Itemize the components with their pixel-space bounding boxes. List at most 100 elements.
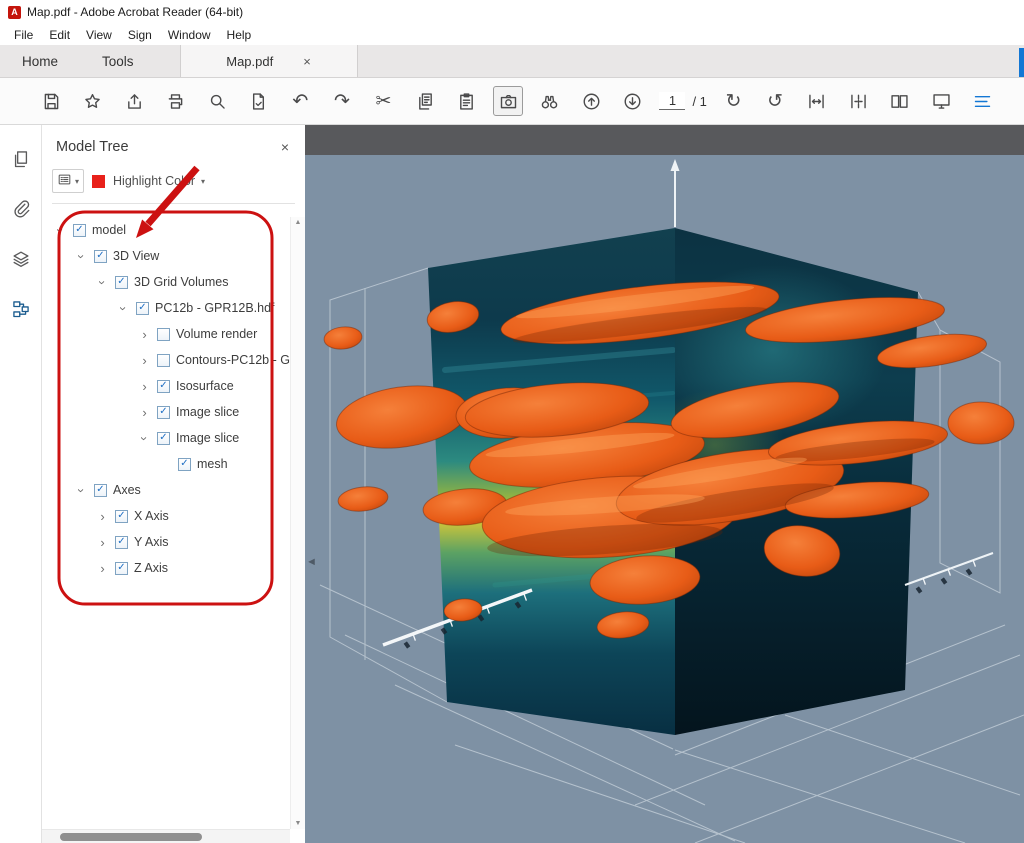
sidebar-item-page-thumbnails[interactable] (8, 147, 34, 173)
model-tree-panel: Model Tree × ▾ Highlight Color ▾ ›✓model… (42, 125, 305, 843)
chevron-down-icon[interactable]: › (137, 432, 152, 445)
tabbar: Home Tools Map.pdf × (0, 45, 1024, 78)
chevron-right-icon[interactable]: › (138, 405, 151, 420)
snapshot-button[interactable] (493, 86, 523, 116)
fit-width-button[interactable] (802, 86, 832, 116)
tree-item-label: model (92, 223, 126, 237)
tree-item-3d-grid-volumes[interactable]: ›✓3D Grid Volumes (42, 269, 290, 295)
tree-item-label: Volume render (176, 327, 257, 341)
print-button[interactable] (161, 86, 191, 116)
share-button[interactable] (119, 86, 149, 116)
rotate-cw-button[interactable]: ↻ (718, 86, 748, 116)
tree-item-model[interactable]: › ✓ model (42, 217, 290, 243)
tree-item-3d-view[interactable]: › ✓ 3D View (42, 243, 290, 269)
tree-item-label: Image slice (176, 431, 239, 445)
highlight-color-button[interactable]: Highlight Color ▾ (113, 174, 205, 188)
highlight-color-swatch[interactable] (92, 175, 105, 188)
tree-item-pc12b-gpr12b-hdf[interactable]: ›✓PC12b - GPR12B.hdf (42, 295, 290, 321)
menu-button[interactable] (968, 86, 998, 116)
scrollbar-thumb[interactable] (60, 833, 202, 841)
tree-item-y-axis[interactable]: ›✓Y Axis (42, 529, 290, 555)
menu-sign[interactable]: Sign (120, 28, 160, 42)
tab-home[interactable]: Home (0, 45, 80, 77)
chevron-down-icon[interactable]: › (116, 302, 131, 315)
menu-help[interactable]: Help (219, 28, 260, 42)
visibility-checkbox[interactable]: ✓ (73, 224, 86, 237)
tree-item-isosurface[interactable]: ›✓Isosurface (42, 373, 290, 399)
export-button[interactable] (244, 86, 274, 116)
3d-scene[interactable] (305, 155, 1024, 843)
page-up-button[interactable] (576, 86, 606, 116)
chevron-down-icon[interactable]: › (95, 276, 110, 289)
visibility-checkbox[interactable]: ✓ (136, 302, 149, 315)
close-icon[interactable]: × (303, 54, 311, 69)
chevron-right-icon[interactable]: › (138, 353, 151, 368)
visibility-checkbox[interactable]: ✓ (157, 406, 170, 419)
zoom-button[interactable] (202, 86, 232, 116)
zoom-icon (207, 91, 228, 112)
chevron-right-icon[interactable]: › (96, 535, 109, 550)
model-tree-list: ›✓model›✓3D View›✓3D Grid Volumes›✓PC12b… (42, 217, 290, 829)
tree-item-label: 3D View (113, 249, 159, 263)
chevron-right-icon[interactable]: › (138, 327, 151, 342)
visibility-checkbox[interactable]: ✓ (178, 458, 191, 471)
visibility-checkbox[interactable]: ✓ (94, 484, 107, 497)
menu-file[interactable]: File (6, 28, 41, 42)
visibility-checkbox[interactable] (157, 354, 170, 367)
clipboard-button[interactable] (452, 86, 482, 116)
redo-button[interactable]: ↷ (327, 86, 357, 116)
menu-edit[interactable]: Edit (41, 28, 78, 42)
tree-item-image-slice[interactable]: ›✓Image slice (42, 399, 290, 425)
tab-document[interactable]: Map.pdf × (180, 45, 358, 77)
menu-view[interactable]: View (78, 28, 120, 42)
sidebar-item-layers[interactable] (8, 247, 34, 273)
tab-tools[interactable]: Tools (80, 45, 156, 77)
tree-item-mesh[interactable]: ✓mesh (42, 451, 290, 477)
visibility-checkbox[interactable]: ✓ (115, 276, 128, 289)
page-down-button[interactable] (618, 86, 648, 116)
visibility-checkbox[interactable]: ✓ (115, 510, 128, 523)
menu-window[interactable]: Window (160, 28, 219, 42)
document-viewer[interactable]: ◄ (305, 125, 1024, 843)
window-title: Map.pdf - Adobe Acrobat Reader (64-bit) (27, 5, 243, 19)
fit-split-button[interactable] (843, 86, 873, 116)
sidebar-item-model-tree[interactable] (8, 297, 34, 323)
undo-button[interactable]: ↶ (285, 86, 315, 116)
visibility-checkbox[interactable]: ✓ (115, 536, 128, 549)
rotate-ccw-button[interactable]: ↺ (760, 86, 790, 116)
tree-item-contours-pc12b-gpr1[interactable]: ›Contours-PC12b - GPR1 (42, 347, 290, 373)
close-icon[interactable]: × (281, 139, 289, 155)
chevron-right-icon[interactable]: › (138, 379, 151, 394)
tree-item-z-axis[interactable]: ›✓Z Axis (42, 555, 290, 581)
chevron-right-icon[interactable]: › (96, 561, 109, 576)
chevron-down-icon[interactable]: › (53, 224, 68, 237)
visibility-checkbox[interactable]: ✓ (157, 380, 170, 393)
sidebar-item-attachments[interactable] (8, 197, 34, 223)
tree-item-volume-render[interactable]: › Volume render (42, 321, 290, 347)
two-page-button[interactable] (885, 86, 915, 116)
cut-button[interactable]: ✂ (369, 86, 399, 116)
chevron-down-icon[interactable]: › (74, 250, 89, 263)
visibility-checkbox[interactable]: ✓ (94, 250, 107, 263)
visibility-checkbox[interactable]: ✓ (115, 562, 128, 575)
window-edge-accent (1019, 48, 1024, 77)
tree-options-button[interactable]: ▾ (52, 169, 84, 193)
scroll-up-icon[interactable]: ▲ (295, 219, 302, 226)
save-button[interactable] (36, 86, 66, 116)
visibility-checkbox[interactable] (157, 328, 170, 341)
chevron-down-icon[interactable]: › (74, 484, 89, 497)
horizontal-scrollbar[interactable] (42, 829, 290, 843)
scroll-down-icon[interactable]: ▼ (295, 820, 302, 827)
copy-button[interactable] (410, 86, 440, 116)
panel-collapse-icon[interactable]: ◄ (306, 557, 317, 568)
page-number-input[interactable]: 1 (659, 92, 685, 110)
tree-item-x-axis[interactable]: ›✓X Axis (42, 503, 290, 529)
star-button[interactable] (78, 86, 108, 116)
tree-item-axes[interactable]: ›✓Axes (42, 477, 290, 503)
find-button[interactable] (535, 86, 565, 116)
vertical-scrollbar[interactable]: ▲ ▼ (290, 217, 305, 829)
chevron-right-icon[interactable]: › (96, 509, 109, 524)
fullscreen-button[interactable] (926, 86, 956, 116)
tree-item-image-slice[interactable]: › ✓ Image slice (42, 425, 290, 451)
visibility-checkbox[interactable]: ✓ (157, 432, 170, 445)
